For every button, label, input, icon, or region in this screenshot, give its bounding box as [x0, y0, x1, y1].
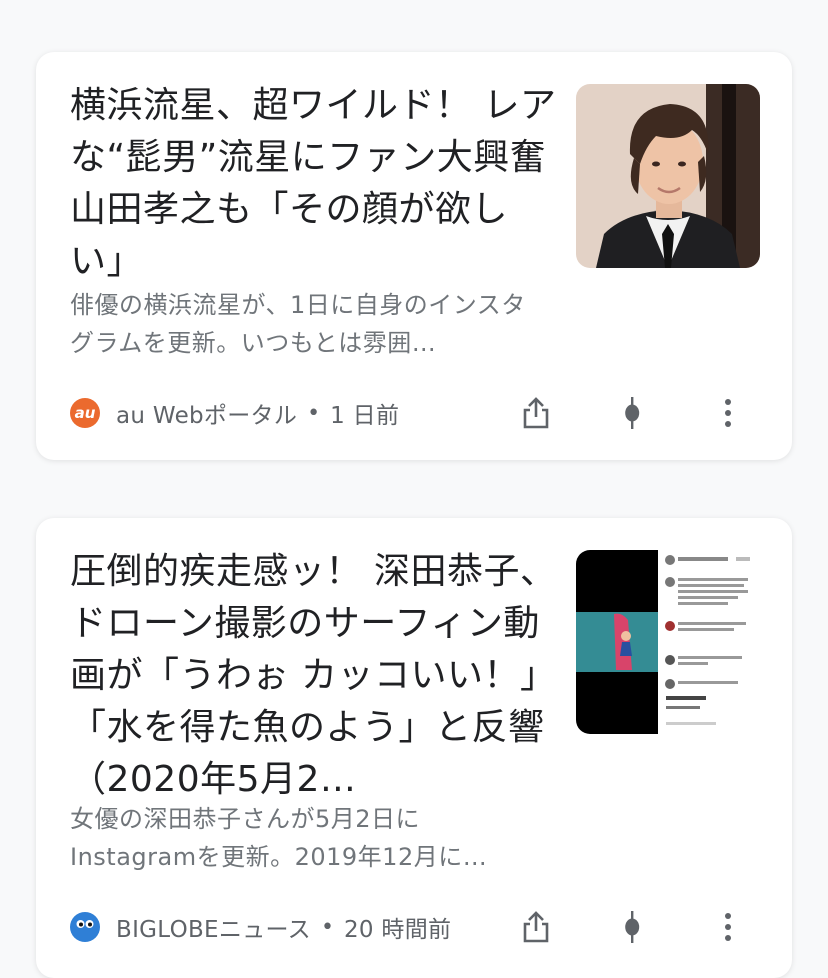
au-logo-icon: au: [70, 398, 100, 428]
pin-icon[interactable]: [612, 393, 652, 433]
article-footer: BIGLOBEニュース • 20 時間前: [70, 902, 772, 952]
article-thumbnail[interactable]: [576, 84, 760, 268]
article-snippet: 俳優の横浜流星が、1日に自身のインスタグラムを更新。いつもとは雰囲…: [70, 291, 526, 357]
source-name[interactable]: au Webポータル: [116, 396, 297, 430]
publish-time: 20 時間前: [343, 917, 452, 943]
news-card[interactable]: 横浜流星、超ワイルド！ レアな“髭男”流星にファン大興奮 山田孝之も「その顔が欲…: [36, 52, 792, 460]
news-card[interactable]: 圧倒的疾走感ッ！ 深田恭子、ドローン撮影のサーフィン動画が「うわぉ カッコいい！…: [36, 518, 792, 978]
pin-icon[interactable]: [612, 907, 652, 947]
share-icon[interactable]: [516, 393, 556, 433]
article-thumbnail[interactable]: [576, 550, 760, 734]
article-title[interactable]: 横浜流星、超ワイルド！ レアな“髭男”流星にファン大興奮 山田孝之も「その顔が欲…: [70, 80, 560, 288]
separator: •: [307, 400, 321, 426]
biglobe-logo-icon: [70, 912, 100, 942]
article-snippet: 女優の深田恭子さんが5月2日にInstagramを更新。2019年12月に…: [70, 805, 488, 871]
publish-time: 1 日前: [330, 403, 400, 429]
article-title[interactable]: 圧倒的疾走感ッ！ 深田恭子、ドローン撮影のサーフィン動画が「うわぉ カッコいい！…: [70, 546, 560, 806]
share-icon[interactable]: [516, 907, 556, 947]
separator: •: [320, 914, 334, 940]
source-logo-text: au: [74, 404, 96, 422]
more-vert-icon[interactable]: [708, 393, 748, 433]
article-footer: au au Webポータル • 1 日前: [70, 388, 772, 438]
source-name[interactable]: BIGLOBEニュース: [116, 910, 311, 944]
more-vert-icon[interactable]: [708, 907, 748, 947]
